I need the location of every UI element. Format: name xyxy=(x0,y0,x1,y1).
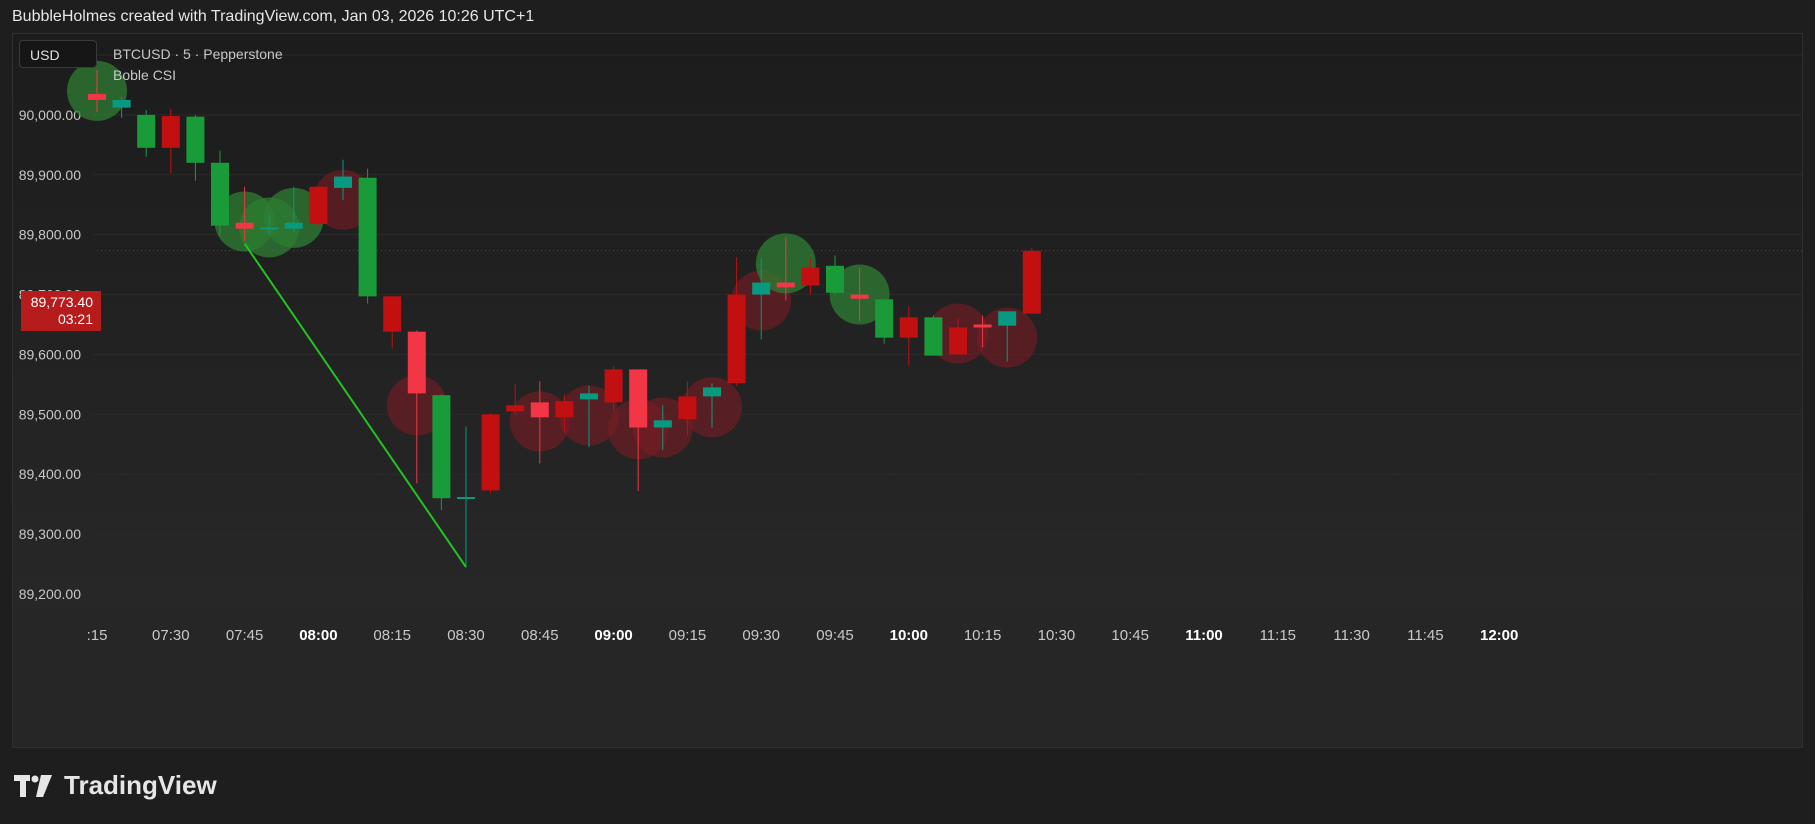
candle xyxy=(358,168,377,304)
candle-body xyxy=(678,396,697,420)
bar-countdown: 03:21 xyxy=(57,311,93,327)
candle-body xyxy=(88,93,106,100)
x-tick-label: 11:45 xyxy=(1407,627,1443,644)
candle-body xyxy=(998,311,1017,326)
candle xyxy=(457,426,475,568)
candle-body xyxy=(924,317,943,356)
candle-body xyxy=(358,177,377,297)
candle-body xyxy=(530,402,549,418)
symbol-legend[interactable]: BTCUSD · 5 · Pepperstone xyxy=(113,44,283,65)
candle-body xyxy=(383,296,402,332)
x-tick-label: 12:00 xyxy=(1480,627,1518,644)
candle-body xyxy=(481,414,500,491)
brand-name: TradingView xyxy=(64,770,217,800)
candle-body xyxy=(112,99,131,108)
candle xyxy=(924,315,943,356)
y-tick-label: 89,400.00 xyxy=(19,466,81,482)
candle-body xyxy=(235,222,254,229)
chart-caption: BubbleHolmes created with TradingView.co… xyxy=(12,8,535,25)
indicator-legend[interactable]: Boble CSI xyxy=(113,65,283,86)
candle-body xyxy=(875,299,894,338)
candlestick-chart[interactable]: 89,200.00 89,300.00 89,400.00 89,500.00 89,6… xyxy=(13,34,1802,747)
candle-body xyxy=(826,265,844,293)
candle-body xyxy=(432,395,451,499)
candle xyxy=(309,186,328,226)
candle-body xyxy=(457,496,475,499)
currency-selector[interactable]: USD xyxy=(19,40,97,68)
x-tick-label: 07:45 xyxy=(226,627,264,644)
y-tick-label: 89,300.00 xyxy=(19,526,81,542)
x-tick-label: 09:00 xyxy=(594,627,632,644)
candle xyxy=(899,306,918,366)
candle-body xyxy=(284,222,303,229)
candle-body xyxy=(1022,250,1041,314)
last-price-label: 89,773.40 03:21 xyxy=(21,291,101,331)
candle-body xyxy=(407,331,426,394)
candle-body xyxy=(580,393,598,400)
x-tick-label: 09:30 xyxy=(742,627,780,644)
x-tick-label: 09:15 xyxy=(669,627,707,644)
candle-body xyxy=(260,227,279,230)
candle xyxy=(727,257,746,386)
y-tick-label: 90,000.00 xyxy=(19,107,81,123)
x-tick-label: 10:30 xyxy=(1038,627,1076,644)
candle xyxy=(383,296,402,349)
candle-body xyxy=(801,267,820,286)
x-tick-label: 07:30 xyxy=(152,627,190,644)
y-tick-label: 89,600.00 xyxy=(19,346,81,362)
candle-body xyxy=(555,401,574,418)
candle-body xyxy=(161,116,180,148)
candle-body xyxy=(186,116,205,163)
candle-body xyxy=(850,294,869,299)
candle-body xyxy=(703,387,721,397)
candle-body xyxy=(334,176,352,188)
candle-body xyxy=(137,114,156,148)
candle-body xyxy=(776,282,795,288)
last-price-value: 89,773.40 xyxy=(30,294,93,310)
y-tick-label: 89,500.00 xyxy=(19,406,81,422)
y-tick-label: 89,900.00 xyxy=(19,167,81,183)
candle-body xyxy=(973,324,992,328)
x-tick-label: 08:00 xyxy=(299,627,337,644)
candle-body xyxy=(727,294,746,384)
candle xyxy=(137,110,156,157)
x-tick-label: 10:00 xyxy=(890,627,928,644)
x-tick-label: 09:45 xyxy=(816,627,854,644)
tradingview-logo[interactable]: TradingView xyxy=(14,770,217,801)
candle xyxy=(826,255,844,295)
candle xyxy=(186,114,205,181)
x-tick-label: 08:15 xyxy=(373,627,411,644)
chart-pane[interactable]: 89,200.00 89,300.00 89,400.00 89,500.00 89,6… xyxy=(12,33,1803,748)
candle-body xyxy=(506,405,525,412)
candle-body xyxy=(949,327,967,355)
x-tick-label: 08:45 xyxy=(521,627,559,644)
candle-body xyxy=(211,162,229,226)
candle xyxy=(211,150,229,236)
candle-body xyxy=(653,420,672,428)
x-tick-label: 11:00 xyxy=(1185,627,1223,644)
candle-body xyxy=(629,369,648,428)
x-tick-label: 10:15 xyxy=(964,627,1002,644)
y-tick-label: 89,200.00 xyxy=(19,586,81,602)
tradingview-logo-icon xyxy=(14,774,52,797)
candle-body xyxy=(604,369,623,403)
candle xyxy=(481,413,500,494)
x-tick-label: 11:15 xyxy=(1260,627,1296,644)
x-tick-label: 10:45 xyxy=(1111,627,1149,644)
candle xyxy=(875,299,894,344)
candle-body xyxy=(309,186,328,224)
candle xyxy=(432,394,451,511)
chart-legend: BTCUSD · 5 · Pepperstone Boble CSI xyxy=(113,44,283,86)
y-tick-label: 89,800.00 xyxy=(19,227,81,243)
candle-body xyxy=(899,317,918,338)
x-tick-label: :15 xyxy=(87,627,108,644)
candle-body xyxy=(752,282,771,295)
candle xyxy=(1022,247,1041,314)
x-tick-label: 08:30 xyxy=(447,627,485,644)
x-tick-label: 11:30 xyxy=(1333,627,1369,644)
candle xyxy=(161,108,180,174)
